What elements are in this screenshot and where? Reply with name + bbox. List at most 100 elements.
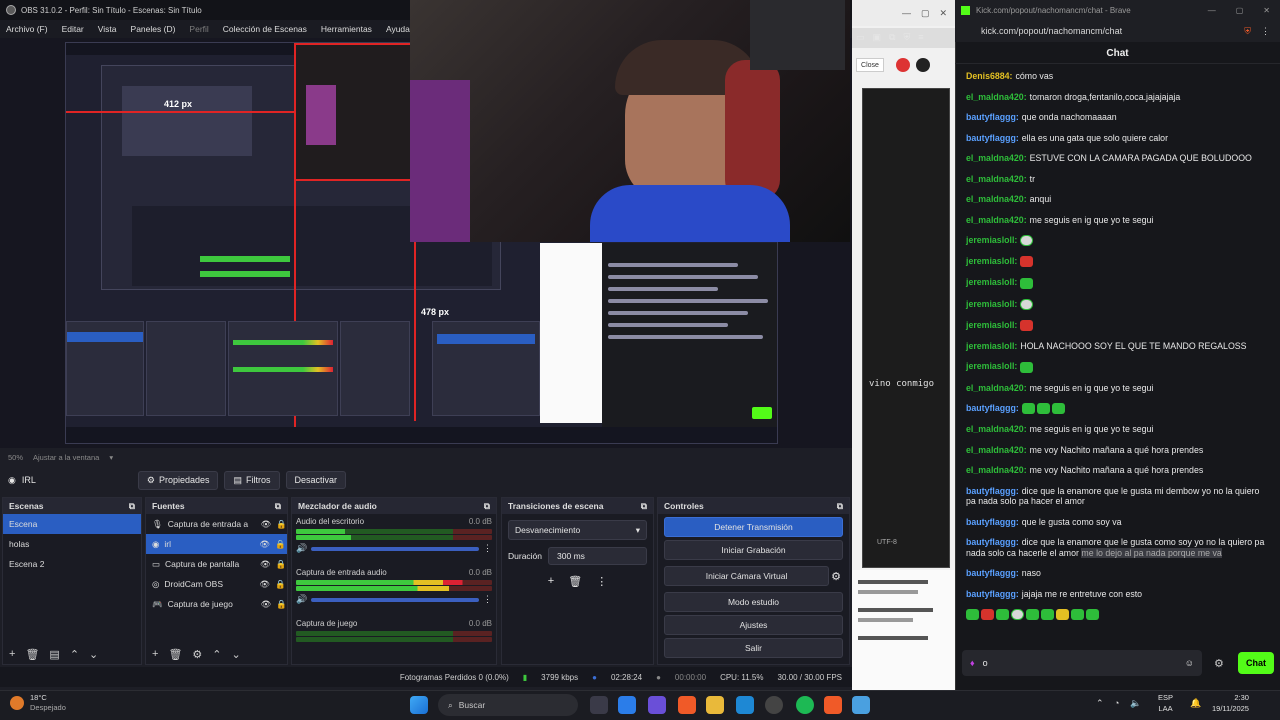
- kebab-menu-icon[interactable]: ⋮: [596, 575, 607, 588]
- spotify-icon[interactable]: [796, 696, 814, 714]
- copilot-icon[interactable]: [648, 696, 666, 714]
- chat-username[interactable]: bautyflaggg:: [966, 486, 1019, 496]
- chat-username[interactable]: jeremiasloll:: [966, 341, 1017, 351]
- speaker-icon[interactable]: 🔈: [1130, 698, 1141, 709]
- menu-paneles[interactable]: Paneles (D): [131, 24, 176, 34]
- chat-username[interactable]: el_maldna420:: [966, 194, 1027, 204]
- duration-input[interactable]: 300 ms: [548, 547, 647, 565]
- emote-red-icon[interactable]: [981, 609, 994, 621]
- studio-mode-button[interactable]: Modo estudio: [664, 592, 843, 612]
- menu-coleccion-escenas[interactable]: Colección de Escenas: [223, 24, 307, 34]
- emote-green-icon[interactable]: [966, 609, 979, 621]
- chat-username[interactable]: el_maldna420:: [966, 424, 1027, 434]
- source-item[interactable]: ▭ Captura de pantalla 👁 🔒: [146, 554, 287, 574]
- chat-address-bar[interactable]: kick.com/popout/nachomancm/chat ⛨ ⋮: [955, 20, 1280, 42]
- chevron-down-icon[interactable]: ▾: [109, 453, 113, 462]
- tray-chevron-icon[interactable]: ⌃: [1096, 698, 1104, 709]
- chat-username[interactable]: jeremiasloll:: [966, 361, 1017, 371]
- source-item[interactable]: 🎙 Captura de entrada a 👁 🔒: [146, 514, 287, 534]
- scene-item[interactable]: Escena 2: [3, 554, 141, 574]
- start-virtual-camera-button[interactable]: Iniciar Cámara Virtual: [664, 566, 830, 586]
- chat-username[interactable]: bautyflaggg:: [966, 568, 1019, 578]
- gear-icon[interactable]: ⚙: [831, 570, 841, 583]
- zoom-mode[interactable]: Ajustar a la ventana: [33, 453, 99, 462]
- emote-green-icon[interactable]: [1041, 609, 1054, 621]
- exit-button[interactable]: Salir: [664, 638, 843, 658]
- chat-username[interactable]: el_maldna420:: [966, 153, 1027, 163]
- lock-icon[interactable]: 🔒: [276, 599, 287, 610]
- eye-icon[interactable]: 👁: [259, 539, 270, 550]
- chat-username[interactable]: bautyflaggg:: [966, 517, 1019, 527]
- lock-icon[interactable]: 🔒: [276, 559, 287, 570]
- menu-herramientas[interactable]: Herramientas: [321, 24, 372, 34]
- chat-username[interactable]: bautyflaggg:: [966, 133, 1019, 143]
- emote-green-icon[interactable]: [1071, 609, 1084, 621]
- menu-archivo[interactable]: Archivo (F): [6, 24, 48, 34]
- bell-icon[interactable]: 🔔: [1190, 698, 1201, 709]
- move-down-icon[interactable]: ⌄: [232, 648, 241, 661]
- chat-username[interactable]: bautyflaggg:: [966, 112, 1019, 122]
- taskbar-search[interactable]: ⌕ Buscar: [438, 694, 578, 716]
- lock-icon[interactable]: 🔒: [275, 539, 286, 550]
- file-explorer-icon[interactable]: [706, 696, 724, 714]
- chat-input[interactable]: ♦ o ☺: [962, 650, 1202, 676]
- transition-select[interactable]: Desvanecimiento ▾: [508, 520, 647, 540]
- language-indicator[interactable]: ESP LAA: [1158, 692, 1173, 714]
- dock-float-icon[interactable]: ⧉: [484, 501, 490, 512]
- emote-yellow-icon[interactable]: [1056, 609, 1069, 621]
- chat-username[interactable]: el_maldna420:: [966, 92, 1027, 102]
- minimize-icon[interactable]: —: [902, 8, 911, 26]
- trash-icon[interactable]: 🗑: [568, 575, 582, 588]
- kebab-menu-icon[interactable]: ⋮: [1261, 26, 1270, 37]
- eye-icon[interactable]: 👁: [261, 519, 272, 530]
- gift-icon[interactable]: ♦: [970, 658, 975, 668]
- move-up-icon[interactable]: ⌃: [70, 648, 79, 661]
- eye-icon[interactable]: 👁: [261, 599, 272, 610]
- dock-float-icon[interactable]: ⧉: [641, 501, 647, 512]
- chat-send-button[interactable]: Chat: [1238, 652, 1274, 674]
- lock-icon[interactable]: 🔒: [275, 579, 286, 590]
- move-up-icon[interactable]: ⌃: [212, 648, 221, 661]
- profile-icon[interactable]: [916, 58, 930, 72]
- kebab-menu-icon[interactable]: ⋮: [483, 543, 492, 554]
- source-item[interactable]: ◉ irl 👁 🔒: [146, 534, 287, 554]
- eye-icon[interactable]: 👁: [259, 579, 270, 590]
- kebab-menu-icon[interactable]: ⋮: [483, 594, 492, 605]
- task-view-icon[interactable]: [590, 696, 608, 714]
- chat-username[interactable]: el_maldna420:: [966, 465, 1027, 475]
- chat-username[interactable]: jeremiasloll:: [966, 256, 1017, 266]
- menu-editar[interactable]: Editar: [62, 24, 84, 34]
- chat-username[interactable]: bautyflaggg:: [966, 589, 1019, 599]
- add-icon[interactable]: +: [9, 648, 15, 660]
- close-icon[interactable]: ✕: [939, 8, 947, 26]
- emote-green-icon[interactable]: [1086, 609, 1099, 621]
- speaker-icon[interactable]: 🔊: [296, 543, 307, 554]
- chat-username[interactable]: bautyflaggg:: [966, 537, 1019, 547]
- dock-float-icon[interactable]: ⧉: [129, 501, 135, 512]
- source-item[interactable]: 🎮 Captura de juego 👁 🔒: [146, 594, 287, 614]
- scene-item[interactable]: holas: [3, 534, 141, 554]
- chat-username[interactable]: el_maldna420:: [966, 383, 1027, 393]
- minimize-icon[interactable]: —: [1208, 6, 1216, 15]
- speaker-icon[interactable]: 🔊: [296, 594, 307, 605]
- scene-item[interactable]: Escena: [3, 514, 141, 534]
- add-icon[interactable]: +: [548, 575, 554, 588]
- notepad-icon[interactable]: [852, 696, 870, 714]
- close-tab-button[interactable]: Close: [856, 58, 884, 72]
- start-recording-button[interactable]: Iniciar Grabación: [664, 540, 843, 560]
- edge-icon[interactable]: [736, 696, 754, 714]
- filters-button[interactable]: ▤ Filtros: [224, 470, 280, 490]
- emote-green-icon[interactable]: [996, 609, 1009, 621]
- settings-button[interactable]: Ajustes: [664, 615, 843, 635]
- taskbar-clock[interactable]: 2:30 19/11/2025: [1212, 692, 1249, 714]
- maximize-icon[interactable]: ▢: [1236, 6, 1244, 15]
- lock-icon[interactable]: 🔒: [276, 519, 287, 530]
- deactivate-button[interactable]: Desactivar: [285, 471, 347, 489]
- chat-username[interactable]: el_maldna420:: [966, 445, 1027, 455]
- shield-icon[interactable]: ⛨: [903, 32, 910, 44]
- menu-vista[interactable]: Vista: [98, 24, 117, 34]
- properties-button[interactable]: ⚙ Propiedades: [137, 470, 219, 490]
- emote-skull-icon[interactable]: [1011, 609, 1024, 621]
- brave-icon[interactable]: [678, 696, 696, 714]
- chat-username[interactable]: bautyflaggg:: [966, 403, 1019, 413]
